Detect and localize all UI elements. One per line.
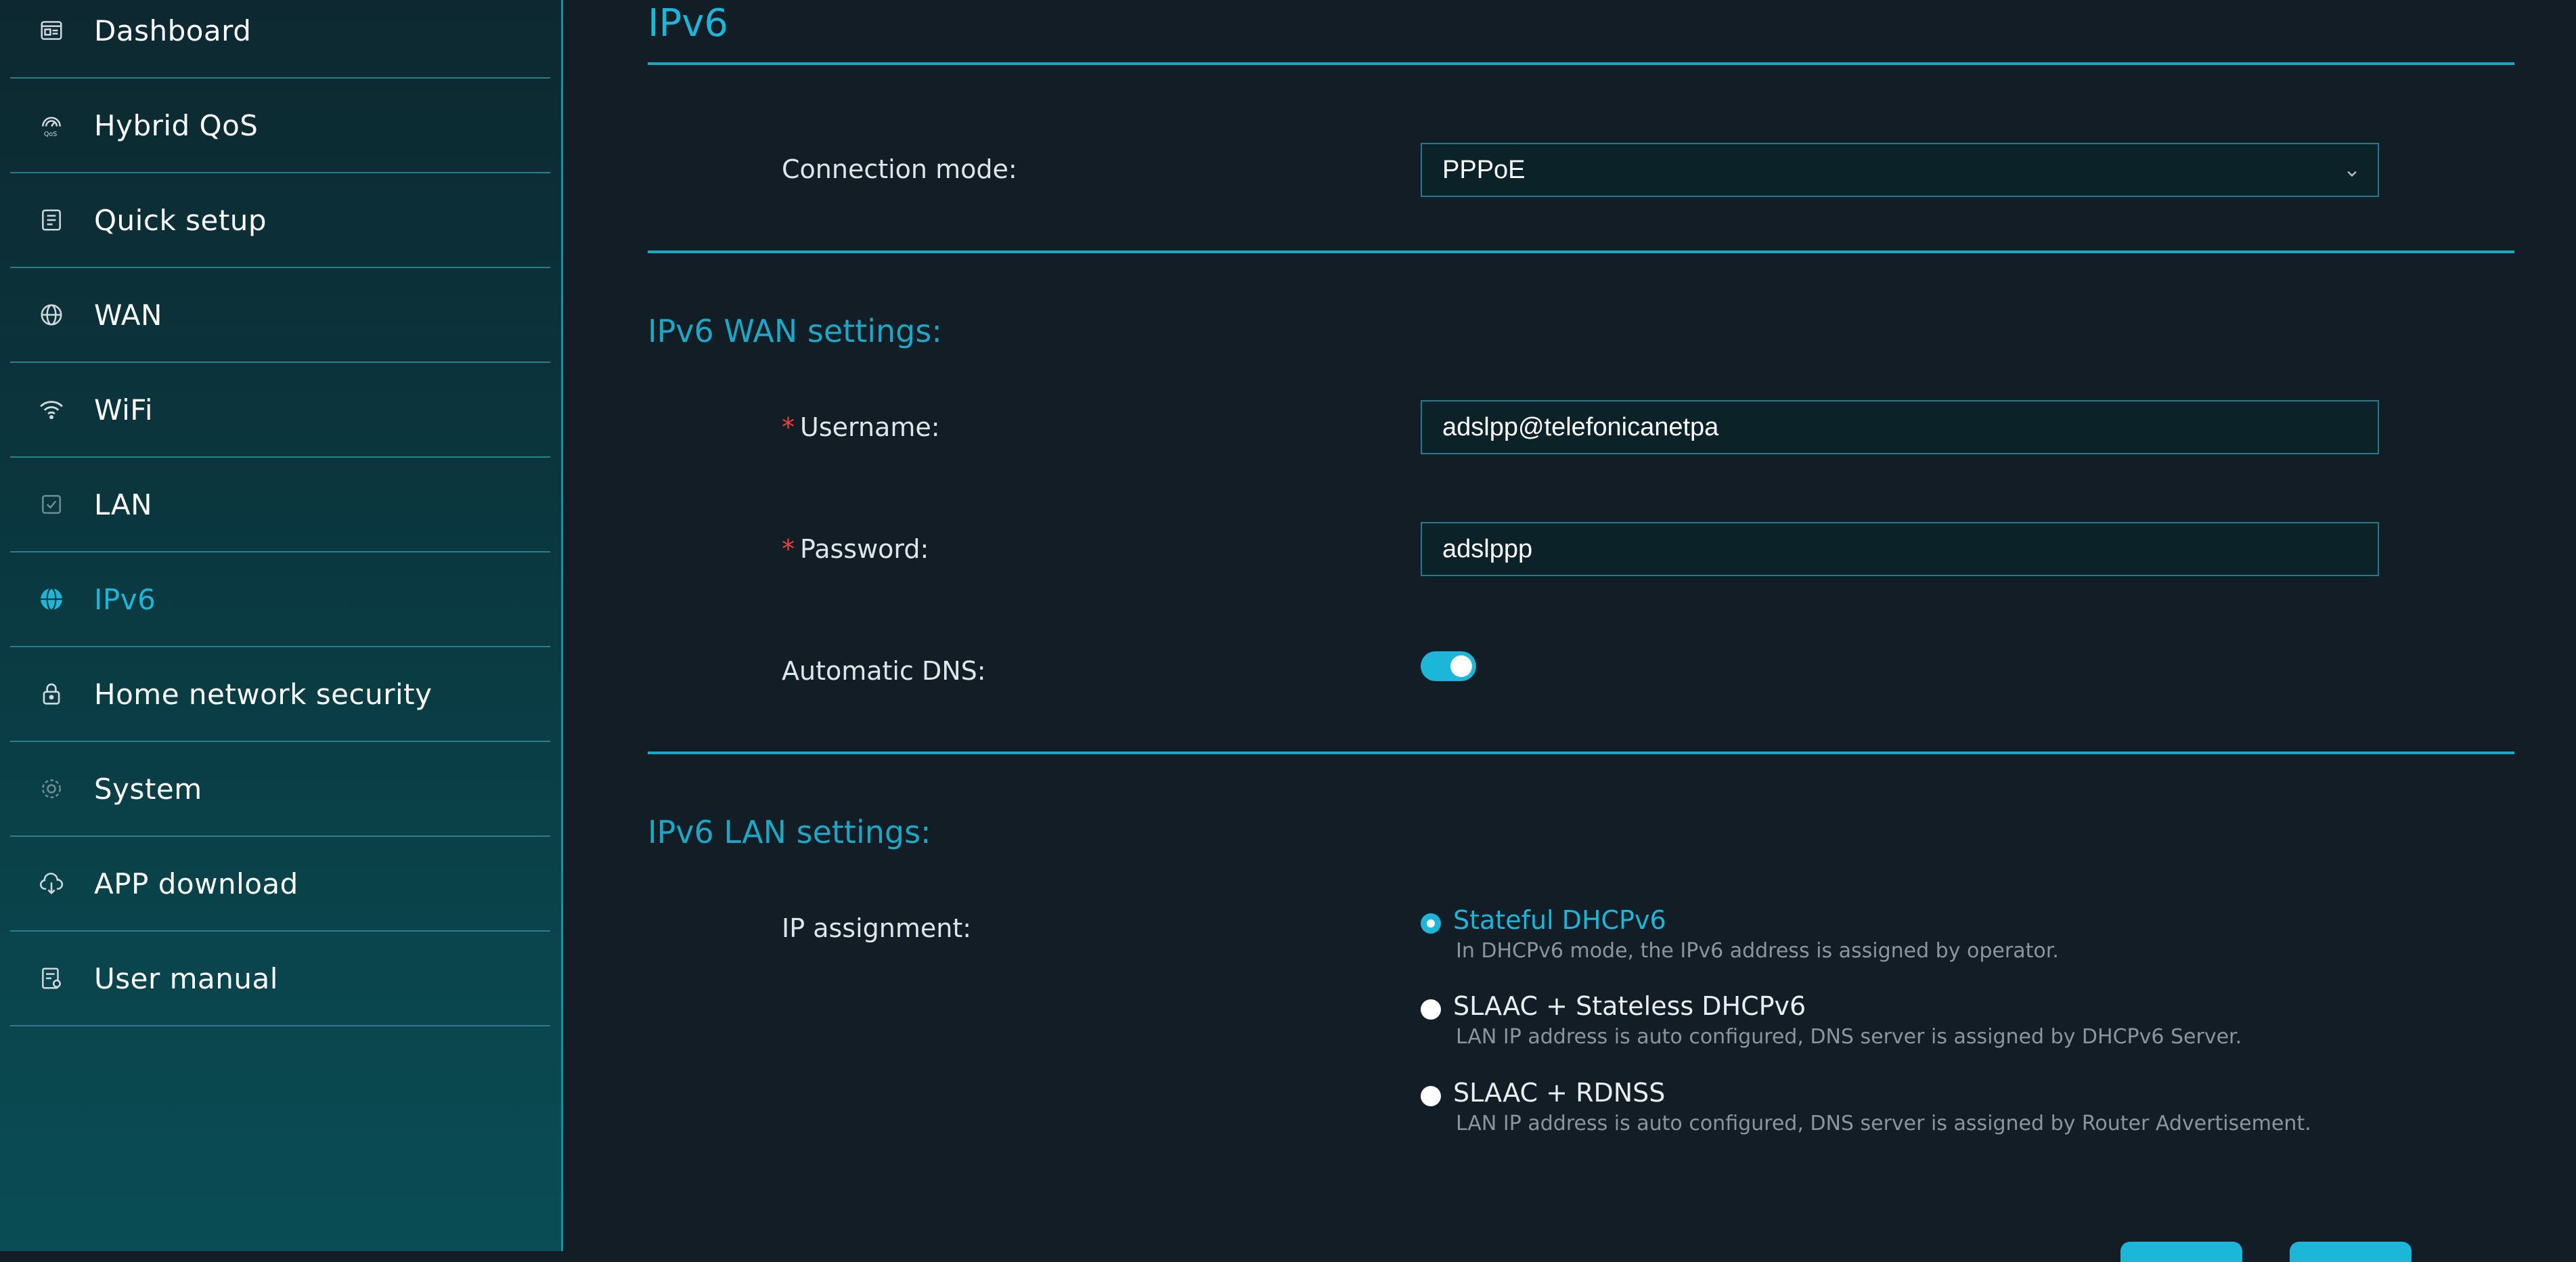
cloud-download-icon [37,869,66,898]
option-stateful-dhcpv6-label[interactable]: Stateful DHCPv6 [1453,905,1666,935]
section-divider [648,752,2514,754]
option-slaac-stateless-dhcpv6-desc: LAN IP address is auto configured, DNS s… [1456,1025,2242,1049]
sidebar-item-label: Home network security [94,677,432,711]
title-divider [648,62,2514,65]
lan-section-title: IPv6 LAN settings: [648,814,931,850]
username-label: * Username: [782,412,940,442]
wifi-icon [37,395,66,424]
sidebar-item-label: WiFi [94,393,154,427]
sidebar-item-label: APP download [94,867,298,900]
username-input[interactable] [1442,412,2378,442]
gear-icon [37,775,66,803]
chevron-down-icon [2342,160,2361,179]
svg-text:QoS: QoS [44,131,57,138]
sidebar-item-lan[interactable]: LAN [10,458,550,552]
option-slaac-rdnss-label[interactable]: SLAAC + RDNSS [1453,1078,1665,1108]
globe-filled-icon [37,585,66,613]
sidebar: Dashboard QoS Hybrid QoS Quick setup WAN… [0,0,563,1251]
lan-icon [37,490,66,519]
sidebar-item-label: WAN [94,298,162,332]
toggle-knob [1450,655,1472,677]
wan-section-title: IPv6 WAN settings: [648,313,942,349]
required-asterisk: * [782,412,795,442]
connection-mode-select[interactable]: PPPoE [1421,143,2379,197]
sidebar-item-label: LAN [94,487,153,521]
sidebar-item-label: Quick setup [94,203,267,237]
option-slaac-rdnss-desc: LAN IP address is auto configured, DNS s… [1456,1112,2311,1135]
automatic-dns-toggle[interactable] [1421,651,1476,681]
sidebar-item-label: System [94,772,202,806]
sidebar-item-label: User manual [94,961,278,995]
globe-icon [37,301,66,329]
qos-icon: QoS [37,111,66,139]
sidebar-item-label: Hybrid QoS [94,108,259,142]
automatic-dns-label: Automatic DNS: [782,656,986,686]
sidebar-item-hybrid-qos[interactable]: QoS Hybrid QoS [10,79,550,173]
sidebar-item-quick-setup[interactable]: Quick setup [10,173,550,268]
sidebar-item-app-download[interactable]: APP download [10,837,550,932]
sidebar-item-wifi[interactable]: WiFi [10,363,550,458]
option-stateful-dhcpv6-desc: In DHCPv6 mode, the IPv6 address is assi… [1456,939,2059,963]
password-field[interactable] [1421,522,2379,576]
required-asterisk: * [782,534,795,564]
sidebar-item-ipv6[interactable]: IPv6 [10,552,550,647]
lock-icon [37,680,66,708]
sidebar-item-home-network-security[interactable]: Home network security [10,647,550,742]
page-title: IPv6 [648,1,729,45]
section-divider [648,251,2514,253]
dashboard-icon [37,16,66,45]
sidebar-item-system[interactable]: System [10,742,550,837]
sidebar-item-wan[interactable]: WAN [10,268,550,363]
password-input[interactable] [1442,534,2378,564]
username-field[interactable] [1421,400,2379,454]
connection-mode-value: PPPoE [1442,155,1526,184]
password-label: * Password: [782,534,929,564]
main-content: IPv6 Connection mode: PPPoE IPv6 WAN set… [565,0,2576,1262]
footer-button-left[interactable] [2120,1242,2242,1262]
footer-button-right[interactable] [2290,1242,2412,1262]
radio-slaac-rdnss[interactable] [1421,1086,1441,1106]
sidebar-item-dashboard[interactable]: Dashboard [10,0,550,79]
sidebar-item-label: IPv6 [94,582,156,616]
sidebar-item-label: Dashboard [94,14,252,47]
manual-icon [37,964,66,993]
radio-stateful-dhcpv6[interactable] [1421,913,1441,934]
ip-assignment-label: IP assignment: [782,913,972,943]
sidebar-item-user-manual[interactable]: User manual [10,932,550,1026]
radio-slaac-stateless-dhcpv6[interactable] [1421,999,1441,1020]
quick-setup-icon [37,206,66,234]
connection-mode-label: Connection mode: [782,154,1017,184]
option-slaac-stateless-dhcpv6-label[interactable]: SLAAC + Stateless DHCPv6 [1453,991,1806,1021]
